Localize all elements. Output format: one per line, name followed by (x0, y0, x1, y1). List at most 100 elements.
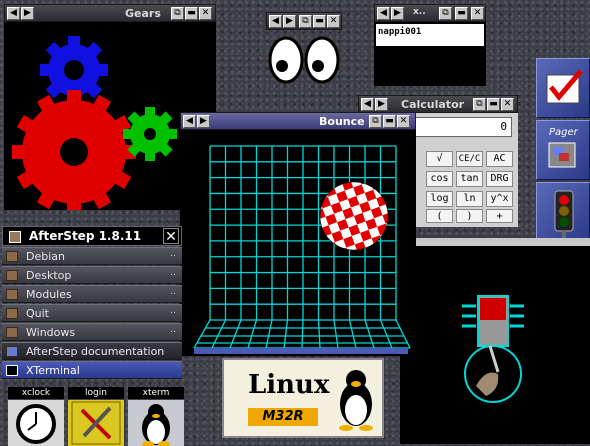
terminal-line: nappi001 (378, 27, 422, 37)
grid (193, 145, 411, 349)
xterm-button[interactable] (128, 400, 184, 446)
afterstep-menu: AfterStep 1.8.11 ✕ Debian ‥ Desktop ‥ Mo… (2, 226, 182, 382)
bounce-window: ◀ ▶ Bounce ⧉ ▬ ✕ (180, 112, 416, 356)
shade-icon[interactable]: ⧉ (171, 7, 184, 20)
iconify-icon[interactable]: ▶ (21, 7, 34, 20)
close-icon[interactable]: ✕ (163, 228, 179, 245)
wharf-label-xclock: xclock (8, 387, 64, 399)
xterm-small-window: ◀ ▶ x.. ⧉ ▬ ✕ nappi001 (374, 4, 486, 86)
login-button[interactable] (68, 400, 124, 446)
window-title: x.. (413, 7, 426, 17)
wharf-label-xterm: xterm (128, 387, 184, 399)
menu-item-xterminal[interactable]: XTerminal (2, 361, 182, 379)
window-menu-icon[interactable]: ◀ (183, 115, 196, 128)
folder-icon (6, 251, 18, 262)
xterm-small-titlebar[interactable]: ◀ ▶ x.. ⧉ ▬ ✕ (374, 4, 486, 22)
calc-key[interactable]: ) (456, 209, 483, 223)
calc-key[interactable]: AC (486, 151, 513, 167)
window-menu-icon[interactable]: ◀ (377, 7, 390, 20)
tux-penguin-icon (142, 404, 170, 446)
iconify-icon[interactable]: ▶ (197, 115, 210, 128)
dock-checkmark-button[interactable] (536, 58, 590, 118)
calc-key[interactable]: log (426, 191, 453, 207)
menu-item-windows[interactable]: Windows ‥ (2, 323, 182, 341)
menu-item-label: Modules (26, 288, 72, 301)
shade-icon[interactable]: ⧉ (439, 7, 452, 20)
xeyes-window: ◀ ▶ ⧉ ▬ ✕ (266, 12, 342, 88)
menu-item-desktop[interactable]: Desktop ‥ (2, 266, 182, 284)
submenu-arrow-icon: ‥ (169, 306, 176, 316)
menu-item-label: XTerminal (26, 364, 80, 377)
iconify-icon[interactable]: ▶ (391, 7, 404, 20)
menu-item-afterstep-docs[interactable]: AfterStep documentation (2, 342, 182, 360)
folder-icon (6, 270, 18, 281)
menu-item-quit[interactable]: Quit ‥ (2, 304, 182, 322)
linux-word: Linux (248, 370, 330, 400)
wharf-label-login: login (68, 387, 124, 399)
tux-penguin-icon (339, 370, 373, 431)
calc-key[interactable]: + (486, 209, 513, 223)
submenu-arrow-icon: ‥ (169, 268, 176, 278)
checkmark-icon (546, 69, 583, 104)
submenu-arrow-icon: ‥ (169, 249, 176, 259)
afterstep-icon (9, 231, 21, 243)
bounce-titlebar[interactable]: ◀ ▶ Bounce ⧉ ▬ ✕ (180, 112, 416, 130)
menu-item-label: Debian (26, 250, 65, 263)
dock-trafficlight-button[interactable] (536, 182, 590, 242)
xeyes-titlebar[interactable]: ◀ ▶ ⧉ ▬ ✕ (266, 12, 342, 30)
close-icon[interactable]: ✕ (471, 7, 484, 20)
pager-icon (548, 142, 576, 168)
minimize-icon[interactable]: ▬ (383, 115, 396, 128)
linux-m32r-logo: Linux M32R (222, 358, 384, 438)
calc-key[interactable]: ( (426, 209, 453, 223)
submenu-arrow-icon: ‥ (169, 287, 176, 297)
folder-icon (6, 308, 18, 319)
window-menu-icon[interactable]: ◀ (269, 15, 282, 28)
document-icon (6, 346, 18, 357)
tools-icon (71, 401, 121, 445)
shade-icon[interactable]: ⧉ (369, 115, 382, 128)
close-icon[interactable]: ✕ (397, 115, 410, 128)
window-title: Gears (125, 7, 161, 20)
terminal-area[interactable]: nappi001 (376, 24, 484, 46)
terminal-icon (6, 365, 18, 376)
menu-title: AfterStep 1.8.11 (29, 229, 142, 243)
menu-item-label: Desktop (26, 269, 72, 282)
menu-titlebar[interactable]: AfterStep 1.8.11 ✕ (2, 226, 182, 246)
traffic-light-icon (554, 190, 574, 239)
m32r-badge: M32R (248, 408, 318, 426)
bounce-floor-edge (194, 348, 408, 354)
calc-key[interactable]: ln (456, 191, 483, 207)
window-menu-icon[interactable]: ◀ (7, 7, 20, 20)
thermometer-icon (462, 295, 524, 403)
window-title: Bounce (319, 115, 365, 128)
minimize-icon[interactable]: ▬ (455, 7, 468, 20)
calc-key[interactable]: tan (456, 171, 483, 187)
bounce-canvas (193, 145, 411, 349)
menu-item-label: Quit (26, 307, 49, 320)
thermometer-window (400, 238, 590, 444)
menu-item-debian[interactable]: Debian ‥ (2, 247, 182, 265)
calc-key[interactable]: DRG (486, 171, 513, 187)
minimize-icon[interactable]: ▬ (313, 15, 326, 28)
dock-pager-button[interactable]: Pager (536, 120, 590, 180)
xclock-button[interactable] (8, 400, 64, 446)
submenu-arrow-icon: ‥ (169, 325, 176, 335)
calc-key[interactable]: cos (426, 171, 453, 187)
iconify-icon[interactable]: ▶ (283, 15, 296, 28)
folder-icon (6, 327, 18, 338)
menu-item-modules[interactable]: Modules ‥ (2, 285, 182, 303)
calc-key[interactable]: √ (426, 151, 453, 167)
minimize-icon[interactable]: ▬ (185, 7, 198, 20)
shade-icon[interactable]: ⧉ (299, 15, 312, 28)
calc-key[interactable]: y^x (486, 191, 513, 207)
close-icon[interactable]: ✕ (199, 7, 212, 20)
gears-titlebar[interactable]: ◀ ▶ Gears ⧉ ▬ ✕ (4, 4, 216, 22)
calc-key[interactable]: CE/C (456, 151, 483, 167)
menu-item-label: AfterStep documentation (26, 345, 165, 358)
menu-item-label: Windows (26, 326, 76, 339)
clock-icon (16, 404, 56, 444)
folder-icon (6, 289, 18, 300)
close-icon[interactable]: ✕ (327, 15, 340, 28)
eyes (268, 36, 340, 84)
